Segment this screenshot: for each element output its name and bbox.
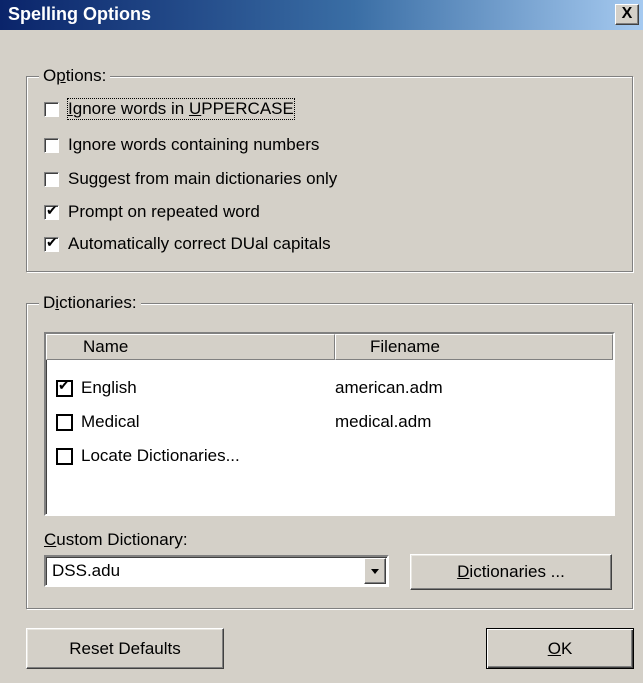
close-icon: X xyxy=(621,5,633,22)
list-header: Name Filename xyxy=(46,334,613,360)
reset-defaults-button[interactable]: Reset Defaults xyxy=(26,628,224,669)
checkbox-checked[interactable] xyxy=(44,203,59,220)
chevron-down-icon[interactable] xyxy=(364,558,386,584)
checkbox-checked[interactable] xyxy=(44,235,59,252)
custom-dictionary-label: Custom Dictionary: xyxy=(44,530,188,549)
option-label: Suggest from main dictionaries only xyxy=(68,169,338,188)
column-header-filename[interactable]: Filename xyxy=(335,334,613,360)
checkbox[interactable] xyxy=(44,137,59,153)
dictionary-name: Medical xyxy=(81,412,140,431)
option-label: Ignore words containing numbers xyxy=(68,135,320,154)
dictionary-filename: medical.adm xyxy=(335,412,432,431)
list-item[interactable]: Locate Dictionaries... xyxy=(56,444,596,468)
ok-button[interactable]: OK xyxy=(486,628,634,669)
option-ignore-numbers[interactable]: Ignore words containing numbers xyxy=(44,133,319,157)
option-label: Prompt on repeated word xyxy=(68,202,260,221)
option-label: Automatically correct DUal capitals xyxy=(68,234,331,253)
dictionaries-group: Dictionaries: Name Filename English amer… xyxy=(26,293,633,609)
list-item[interactable]: English american.adm xyxy=(56,376,596,400)
close-button[interactable]: X xyxy=(615,4,639,25)
checkbox-checked[interactable] xyxy=(56,378,73,397)
dictionary-name: English xyxy=(81,378,137,397)
options-legend: Options: xyxy=(39,66,111,86)
checkbox[interactable] xyxy=(56,447,73,465)
list-item[interactable]: Medical medical.adm xyxy=(56,410,596,434)
dictionaries-legend: Dictionaries: xyxy=(39,293,141,313)
window-title: Spelling Options xyxy=(8,4,151,24)
option-main-dicts-only[interactable]: Suggest from main dictionaries only xyxy=(44,167,337,191)
checkbox[interactable] xyxy=(44,171,59,187)
options-group: Options: Ignore words in UPPERCASE Ignor… xyxy=(26,66,633,272)
column-header-name[interactable]: Name xyxy=(46,334,335,360)
checkbox[interactable] xyxy=(44,101,59,117)
dictionary-name: Locate Dictionaries... xyxy=(81,446,240,465)
option-label: Ignore words in UPPERCASE xyxy=(67,98,295,120)
dictionaries-button[interactable]: Dictionaries ... xyxy=(410,554,612,590)
dictionary-filename: american.adm xyxy=(335,378,443,397)
custom-dictionary-select[interactable]: DSS.adu xyxy=(44,555,389,587)
option-correct-dual-caps[interactable]: Automatically correct DUal capitals xyxy=(44,232,331,256)
custom-dictionary-value: DSS.adu xyxy=(52,561,121,580)
checkbox[interactable] xyxy=(56,413,73,431)
option-prompt-repeated[interactable]: Prompt on repeated word xyxy=(44,200,260,224)
dictionary-list[interactable]: Name Filename English american.adm Medic… xyxy=(44,332,615,516)
title-bar: Spelling Options X xyxy=(0,0,643,30)
option-ignore-uppercase[interactable]: Ignore words in UPPERCASE xyxy=(44,97,295,121)
